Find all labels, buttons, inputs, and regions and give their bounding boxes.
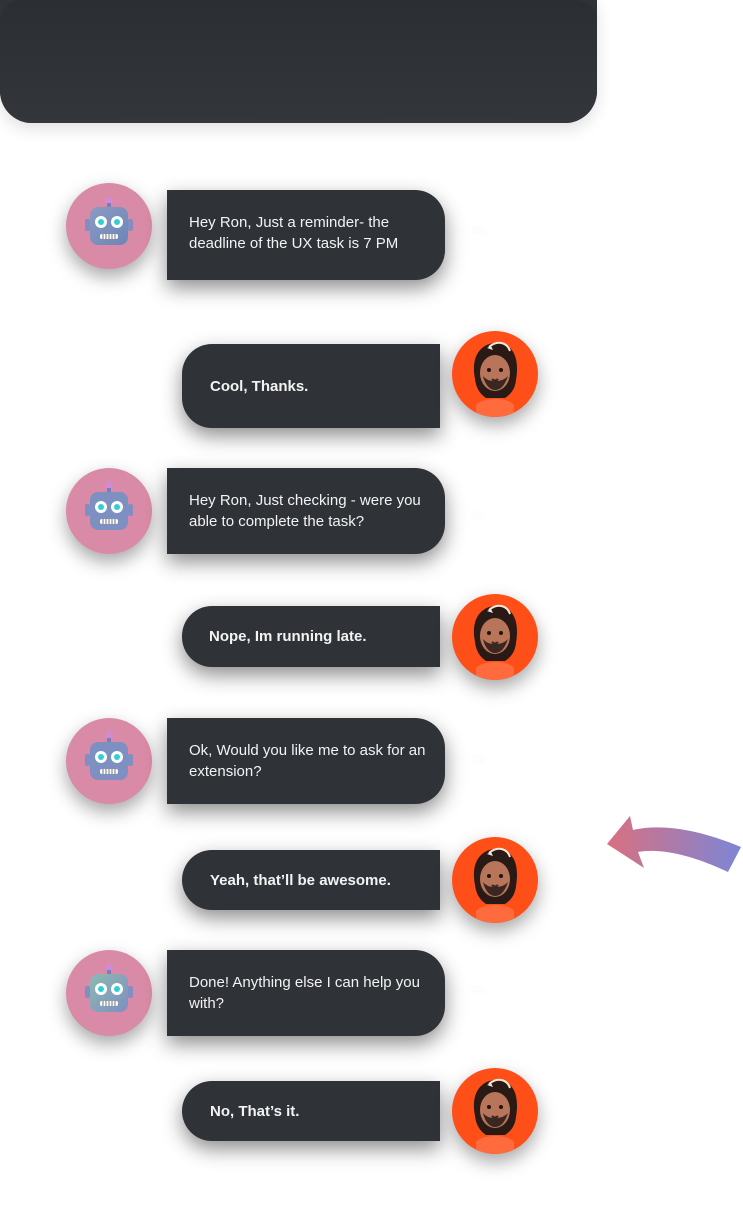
user-message: Nope, Im running late. [182, 606, 440, 667]
robot-icon [85, 482, 133, 530]
user-avatar [452, 331, 538, 417]
user-message: No, That’s it. [182, 1081, 440, 1141]
message-text: Yeah, that’ll be awesome. [210, 871, 391, 889]
bot-avatar [66, 718, 152, 804]
message-time: 11: [471, 984, 487, 996]
message-time: 11: [471, 225, 487, 237]
robot-icon [85, 732, 133, 780]
person-avatar-icon [473, 1078, 518, 1154]
bot-message: Hey Ron, Just checking - were you able t… [167, 468, 445, 554]
person-avatar-icon [473, 604, 518, 680]
message-text: Hey Ron, Just a reminder- the deadline o… [189, 214, 399, 252]
user-avatar [452, 1068, 538, 1154]
bot-avatar [66, 468, 152, 554]
bot-avatar [66, 950, 152, 1036]
message-text: Nope, Im running late. [209, 628, 367, 645]
user-avatar [452, 594, 538, 680]
user-message: Yeah, that’ll be awesome. [182, 850, 440, 910]
bot-message: Done! Anything else I can help you with? [167, 950, 445, 1036]
message-text: Cool, Thanks. [210, 377, 309, 395]
user-message: Cool, Thanks. [182, 344, 440, 428]
chat-header [0, 0, 597, 123]
message-time: 11: [471, 510, 487, 522]
robot-icon [85, 964, 133, 1012]
bot-avatar [66, 183, 152, 269]
bot-message: Ok, Would you like me to ask for an exte… [167, 718, 445, 804]
message-text: Done! Anything else I can help you with? [189, 974, 420, 1012]
bot-message: Hey Ron, Just a reminder- the deadline o… [167, 190, 445, 280]
message-text: No, That’s it. [210, 1102, 300, 1120]
message-text: Ok, Would you like me to ask for an exte… [189, 742, 426, 780]
person-avatar-icon [473, 341, 518, 417]
curved-arrow-icon [607, 816, 741, 872]
message-time: 11: [471, 754, 487, 766]
person-avatar-icon [473, 847, 518, 923]
robot-icon [85, 197, 133, 245]
message-text: Hey Ron, Just checking - were you able t… [189, 492, 421, 530]
user-avatar [452, 837, 538, 923]
